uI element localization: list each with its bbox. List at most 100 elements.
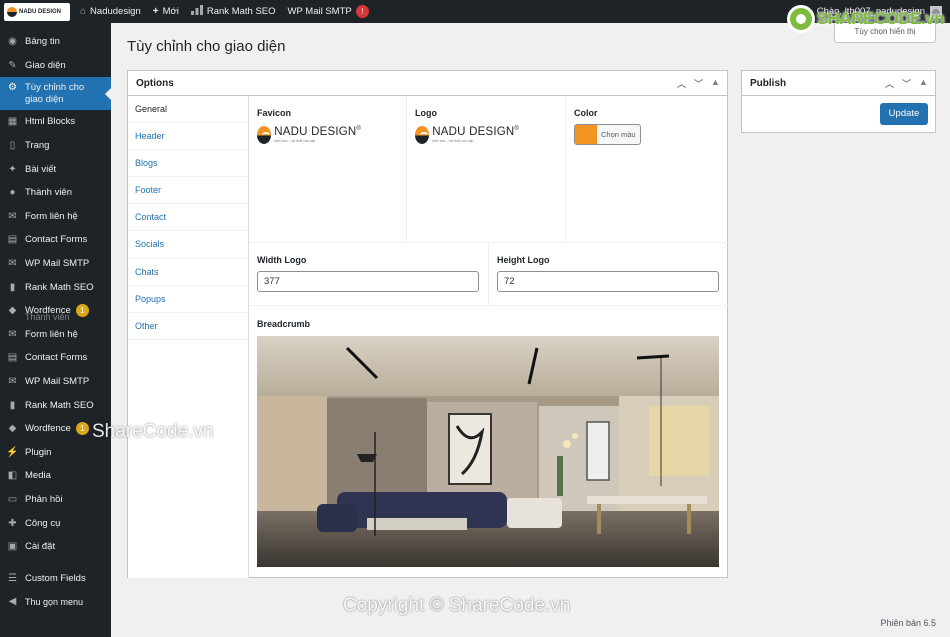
sidebar-item-20[interactable]: ✚ Công cụ bbox=[0, 511, 111, 535]
sidebar-item-6[interactable]: ● Thành viên bbox=[0, 181, 111, 205]
sidebar-item-13[interactable]: ▤ Contact Forms bbox=[0, 346, 111, 370]
color-label: Color bbox=[574, 108, 598, 118]
sidebar-item-10[interactable]: ▮ Rank Math SEO bbox=[0, 275, 111, 299]
dashboard-icon: ◉ bbox=[8, 36, 17, 48]
width-logo-input[interactable]: 377 bbox=[257, 271, 479, 292]
sidebar-item-label: Plugin bbox=[25, 446, 52, 458]
sidebar-item-14[interactable]: ✉ WP Mail SMTP bbox=[0, 370, 111, 394]
tab-chats[interactable]: Chats bbox=[128, 259, 248, 286]
images-row: Favicon NADU DESIGN® kiến trúc - nội thất… bbox=[249, 96, 728, 243]
sidebar-item-18[interactable]: ◧ Media bbox=[0, 464, 111, 488]
sidebar-item-7[interactable]: ✉ Form liên hệ bbox=[0, 205, 111, 229]
sidebar-item-2[interactable]: ⚙ Tùy chỉnh cho giao diện bbox=[0, 77, 111, 111]
sidebar-item-label: Trang bbox=[25, 140, 50, 152]
toggle-panel-icon[interactable]: ▲ bbox=[709, 77, 722, 90]
sidebar-item-4[interactable]: ▯ Trang bbox=[0, 134, 111, 158]
color-swatch bbox=[575, 125, 597, 144]
sidebar-item-5[interactable]: ✦ Bài viết bbox=[0, 157, 111, 181]
interior-photo bbox=[257, 336, 719, 567]
sidebar-item-9[interactable]: ✉ WP Mail SMTP bbox=[0, 252, 111, 276]
sidebar-item-label: Form liên hệ bbox=[25, 328, 78, 340]
sidebar-item-label: Rank Math SEO bbox=[25, 399, 94, 411]
options-title: Options bbox=[136, 77, 174, 89]
sidebar-item-15[interactable]: ▮ Rank Math SEO bbox=[0, 393, 111, 417]
height-field: Height Logo 72 bbox=[489, 243, 728, 305]
favicon-tagline: kiến trúc - nội thất cao cấp bbox=[274, 139, 316, 144]
mail-icon: ✉ bbox=[8, 210, 17, 222]
rankmath-icon bbox=[190, 5, 203, 18]
sidebar-item-label: Cài đặt bbox=[25, 541, 56, 553]
new-content-link[interactable]: + Mới bbox=[147, 0, 185, 23]
sidebar-item-8[interactable]: ▤ Contact Forms bbox=[0, 228, 111, 252]
favicon-preview[interactable]: NADU DESIGN® kiến trúc - nội thất cao cấp bbox=[257, 124, 361, 146]
sidebar-item-21[interactable]: ▣ Cài đặt bbox=[0, 535, 111, 559]
move-down-icon[interactable]: ﹀ bbox=[692, 77, 705, 90]
publish-postbox: Publish ︿ ﹀ ▲ Update bbox=[741, 70, 936, 133]
breadcrumb-label: Breadcrumb bbox=[257, 319, 311, 329]
sidebar-item-17[interactable]: ⚡ Plugin bbox=[0, 441, 111, 465]
logo-preview[interactable]: NADU DESIGN® kiến trúc - nội thất cao cấp bbox=[415, 124, 519, 146]
sidebar-item-19[interactable]: ▭ Phản hồi bbox=[0, 488, 111, 512]
move-up-icon[interactable]: ︿ bbox=[883, 77, 896, 90]
sidebar-item-0[interactable]: ◉ Bảng tin bbox=[0, 30, 111, 54]
rankmath-link[interactable]: Rank Math SEO bbox=[185, 0, 282, 23]
envelope-icon: ✉ bbox=[8, 258, 17, 270]
sidebar-item-3[interactable]: ▦ Html Blocks bbox=[0, 110, 111, 134]
favicon-field: Favicon NADU DESIGN® kiến trúc - nội thất… bbox=[249, 96, 407, 242]
logo-brand-text: NADU DESIGN bbox=[432, 125, 515, 138]
wpmail-label: WP Mail SMTP bbox=[287, 6, 352, 17]
center-watermark: ShareCode.vn bbox=[92, 421, 214, 442]
move-down-icon[interactable]: ﹀ bbox=[900, 77, 913, 90]
sidebar-item-label: Thành viên bbox=[25, 187, 73, 199]
tab-blogs[interactable]: Blogs bbox=[128, 150, 248, 178]
tab-other[interactable]: Other bbox=[128, 313, 248, 340]
sidebar-item-23[interactable]: ◀ Thu gọn menu bbox=[0, 590, 111, 614]
collapse-icon: ◀ bbox=[8, 596, 17, 608]
breadcrumb-image[interactable] bbox=[257, 336, 719, 567]
envelope-icon: ✉ bbox=[8, 376, 17, 388]
tab-contact[interactable]: Contact bbox=[128, 204, 248, 232]
sidebar-item-label: WP Mail SMTP bbox=[25, 258, 90, 270]
sidebar-item-12[interactable]: ✉ Form liên hệ bbox=[0, 323, 111, 347]
table-icon: ▦ bbox=[7, 116, 18, 128]
favicon-brand-text: NADU DESIGN bbox=[274, 125, 357, 138]
tab-general[interactable]: General bbox=[128, 96, 248, 124]
site-name-link[interactable]: ⌂ Nadudesign bbox=[74, 0, 147, 23]
form-icon: ▤ bbox=[7, 352, 18, 364]
wpmail-link[interactable]: WP Mail SMTP ! bbox=[282, 0, 375, 23]
version-text: Phiên bản 6.5 bbox=[880, 618, 936, 628]
gear-icon: ⚙ bbox=[8, 82, 17, 94]
sharecode-logo-icon bbox=[786, 5, 815, 33]
logo-reg-mark: ® bbox=[514, 126, 519, 133]
favicon-label: Favicon bbox=[257, 108, 292, 118]
sharecode-logo-text: SHARECODE.vn bbox=[816, 9, 945, 28]
update-count-badge: 1 bbox=[75, 422, 89, 436]
tab-socials[interactable]: Socials bbox=[128, 231, 248, 259]
tab-header[interactable]: Header bbox=[128, 123, 248, 151]
move-up-icon[interactable]: ︿ bbox=[675, 77, 688, 90]
sidebar-item-label: Phản hồi bbox=[25, 493, 63, 505]
sidebar-item-22[interactable]: ☰ Custom Fields bbox=[0, 566, 111, 590]
site-logo[interactable]: NADU DESIGN bbox=[4, 2, 70, 21]
color-picker-button[interactable]: Chọn màu bbox=[574, 124, 641, 145]
home-icon: ⌂ bbox=[80, 6, 87, 17]
tab-footer[interactable]: Footer bbox=[128, 177, 248, 205]
width-field: Width Logo 377 bbox=[249, 243, 489, 305]
sidebar-item-1[interactable]: ✎ Giao diện bbox=[0, 54, 111, 78]
sidebar-item-label: Rank Math SEO bbox=[25, 281, 94, 293]
sidebar-item-label: Contact Forms bbox=[25, 352, 88, 364]
color-field: Color Chọn màu bbox=[566, 96, 728, 242]
shield-icon: ◆ bbox=[8, 305, 17, 317]
sidebar-item-label: Media bbox=[25, 470, 51, 482]
sidebar-item-label: Tùy chỉnh cho giao diện bbox=[25, 82, 85, 106]
shield-icon: ◆ bbox=[8, 423, 17, 435]
sidebar-item-label: Bảng tin bbox=[25, 36, 60, 48]
tab-popups[interactable]: Popups bbox=[128, 286, 248, 313]
height-logo-input[interactable]: 72 bbox=[497, 271, 719, 292]
sidebar-item-11[interactable]: ◆ Wordfence 1 Thành viên bbox=[0, 299, 111, 323]
toggle-panel-icon[interactable]: ▲ bbox=[917, 77, 930, 90]
width-label: Width Logo bbox=[257, 255, 307, 265]
rankmath-label: Rank Math SEO bbox=[206, 6, 276, 17]
update-button[interactable]: Update bbox=[880, 103, 928, 125]
chart-icon: ▮ bbox=[9, 399, 16, 411]
